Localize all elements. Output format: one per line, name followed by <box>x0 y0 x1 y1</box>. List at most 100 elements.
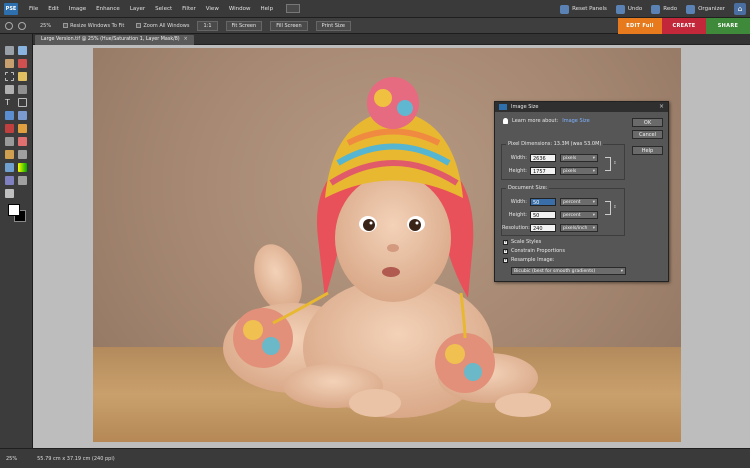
pixel-width-field[interactable]: 2636 <box>530 154 556 162</box>
zoom-level[interactable]: 25% <box>40 23 51 29</box>
healing-brush-icon[interactable] <box>18 124 27 133</box>
checkbox-box <box>503 257 508 263</box>
hand-tool-icon[interactable] <box>5 59 14 68</box>
fill-screen-button[interactable]: Fill Screen <box>270 20 308 31</box>
checkbox-box <box>503 248 508 254</box>
dialog-title-bar[interactable]: Image Size × <box>495 102 668 112</box>
red-eye-icon[interactable] <box>5 124 14 133</box>
pixel-height-row: Height: 1757 pixels <box>502 166 598 176</box>
image-size-dialog: Image Size × Learn more about: Image Siz… <box>494 101 669 282</box>
resample-method-select[interactable]: Bicubic (best for smooth gradients) <box>511 267 626 275</box>
paint-bucket-icon[interactable] <box>5 163 14 172</box>
straighten-tool-icon[interactable] <box>18 111 27 120</box>
cancel-button[interactable]: Cancel <box>632 130 663 139</box>
doc-width-unit-select[interactable]: percent <box>560 198 598 206</box>
actual-pixels-button[interactable]: 1:1 <box>197 20 218 31</box>
pixel-height-unit-select[interactable]: pixels <box>560 167 598 175</box>
redo-button[interactable]: Redo <box>651 4 677 14</box>
shape-tool-icon[interactable] <box>5 176 14 185</box>
arrange-windows-button[interactable] <box>286 4 301 13</box>
zoom-in-icon[interactable] <box>5 21 13 30</box>
ok-button[interactable]: OK <box>632 118 663 127</box>
zoom-tool-icon[interactable] <box>18 46 27 55</box>
organizer-button[interactable]: Organizer <box>686 4 725 14</box>
top-right-actions: Reset Panels Undo Redo Organizer ⌂ <box>560 0 746 18</box>
gradient-tool-icon[interactable] <box>18 163 27 172</box>
help-button[interactable]: Help <box>632 146 663 155</box>
learn-more: Learn more about: Image Size <box>503 118 590 124</box>
chain-link-icon: ɪ <box>614 160 616 166</box>
cookie-cutter-icon[interactable] <box>5 111 14 120</box>
pixel-height-field[interactable]: 1757 <box>530 167 556 175</box>
doc-height-field[interactable]: 50 <box>530 211 556 219</box>
marquee-tool-icon[interactable] <box>5 72 14 81</box>
menu-file[interactable]: File <box>24 0 43 18</box>
smart-brush-icon[interactable] <box>18 150 27 159</box>
reset-panels-button[interactable]: Reset Panels <box>560 4 607 14</box>
scale-styles-checkbox[interactable]: Scale Styles <box>503 239 541 245</box>
close-icon[interactable]: × <box>184 37 188 42</box>
pixel-width-unit-select[interactable]: pixels <box>560 154 598 162</box>
menu-filter[interactable]: Filter <box>177 0 201 18</box>
tab-edit[interactable]: EDIT Full <box>618 18 662 34</box>
link-bracket <box>605 201 611 215</box>
menu-window[interactable]: Window <box>224 0 256 18</box>
foreground-color-swatch[interactable] <box>8 204 20 216</box>
tab-create[interactable]: CREATE <box>662 18 706 34</box>
menu-layer[interactable]: Layer <box>125 0 150 18</box>
resize-windows-checkbox[interactable]: Resize Windows To Fit <box>63 23 124 29</box>
undo-button[interactable]: Undo <box>615 4 642 14</box>
brush-tool-icon[interactable] <box>5 150 14 159</box>
chain-link-icon: ɪ <box>614 204 616 210</box>
document-tab[interactable]: Large Version.tif @ 25% (Hue/Saturation … <box>35 35 194 45</box>
doc-width-field[interactable]: 50 <box>530 198 556 206</box>
menu-image[interactable]: Image <box>64 0 91 18</box>
menu-edit[interactable]: Edit <box>43 0 64 18</box>
checkbox-box <box>503 239 508 245</box>
clone-stamp-icon[interactable] <box>5 137 14 146</box>
eraser-icon[interactable] <box>18 137 27 146</box>
sponge-tool-icon[interactable] <box>5 189 14 198</box>
constrain-proportions-checkbox[interactable]: Constrain Proportions <box>503 248 565 254</box>
status-bar: 25% 55.79 cm x 37.19 cm (240 ppi) <box>0 448 750 468</box>
menu-list: File Edit Image Enhance Layer Select Fil… <box>24 0 278 18</box>
pixel-dimensions-title: Pixel Dimensions: 13.3M (was 53.0M) <box>506 141 604 147</box>
doc-height-unit-select[interactable]: percent <box>560 211 598 219</box>
organizer-icon <box>686 4 696 14</box>
move-tool-icon[interactable] <box>5 46 14 55</box>
zoom-out-icon[interactable] <box>18 21 26 30</box>
learn-more-link[interactable]: Image Size <box>562 118 590 124</box>
status-zoom[interactable]: 25% <box>6 456 17 462</box>
print-size-button[interactable]: Print Size <box>315 20 352 31</box>
menu-select[interactable]: Select <box>150 0 177 18</box>
menu-view[interactable]: View <box>201 0 224 18</box>
checkbox-box <box>63 23 69 28</box>
eyedropper-icon[interactable] <box>18 59 27 68</box>
home-icon[interactable]: ⌂ <box>734 3 746 15</box>
document-tab-bar: Large Version.tif @ 25% (Hue/Saturation … <box>33 34 750 45</box>
resolution-field[interactable]: 240 <box>530 224 556 232</box>
doc-width-row: Width: 50 percent <box>502 197 598 207</box>
resolution-unit-select[interactable]: pixels/inch <box>560 224 598 232</box>
blur-tool-icon[interactable] <box>18 176 27 185</box>
close-icon[interactable]: × <box>659 103 664 110</box>
menu-help[interactable]: Help <box>256 0 279 18</box>
quick-selection-icon[interactable] <box>18 85 27 94</box>
menu-enhance[interactable]: Enhance <box>91 0 125 18</box>
crop-tool-icon[interactable] <box>18 98 27 107</box>
type-tool-icon[interactable]: T <box>5 98 14 107</box>
magic-wand-icon[interactable] <box>5 85 14 94</box>
document-size-group: Document Size: Width: 50 percent Height:… <box>501 185 625 236</box>
status-document-info: 55.79 cm x 37.19 cm (240 ppi) <box>37 455 115 462</box>
doc-height-row: Height: 50 percent <box>502 210 598 220</box>
document-size-title: Document Size: <box>506 185 550 191</box>
lasso-tool-icon[interactable] <box>18 72 27 81</box>
tab-share[interactable]: SHARE <box>706 18 750 34</box>
toolbox: T <box>0 34 33 448</box>
resolution-row: Resolution: 240 pixels/inch <box>502 223 598 233</box>
app-icon <box>499 104 507 110</box>
zoom-all-checkbox[interactable]: Zoom All Windows <box>136 23 189 29</box>
redo-icon <box>651 4 661 14</box>
resample-image-checkbox[interactable]: Resample Image: <box>503 257 554 263</box>
fit-screen-button[interactable]: Fit Screen <box>225 20 263 31</box>
